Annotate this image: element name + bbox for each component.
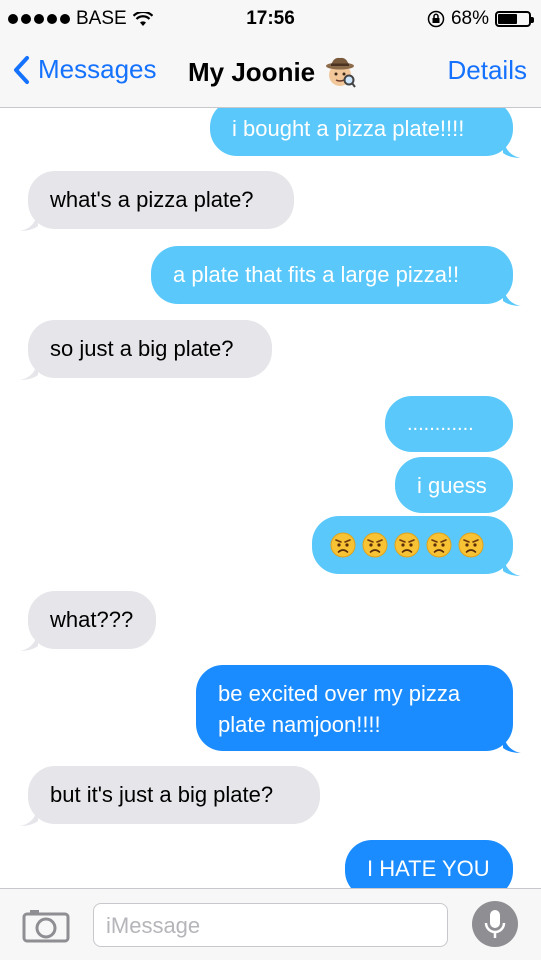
outgoing-message[interactable]: I HATE YOU	[345, 840, 513, 888]
battery-percent: 68%	[450, 8, 489, 29]
bubble-tail	[503, 138, 521, 158]
microphone-button[interactable]	[472, 901, 518, 947]
bubble-tail	[20, 211, 38, 231]
imessage-input[interactable]: iMessage	[93, 903, 448, 947]
battery-icon	[495, 11, 534, 27]
message-text: what's a pizza plate?	[50, 187, 254, 212]
status-bar: BASE 17:56 68%	[0, 0, 541, 40]
message-text: i bought a pizza plate!!!!	[232, 116, 465, 141]
back-button[interactable]: Messages	[12, 54, 157, 85]
contact-name: My Joonie	[188, 56, 316, 87]
message-text: ............	[407, 413, 474, 435]
message-text: what???	[50, 607, 134, 632]
outgoing-emoji-message[interactable]	[312, 516, 521, 576]
navigation-bar: Messages My Joonie Details	[0, 40, 541, 108]
bubble-tail	[503, 286, 521, 306]
message-list[interactable]: i bought a pizza plate!!!! what's a pizz…	[0, 108, 541, 888]
input-bar: iMessage	[0, 888, 541, 960]
message-text: a plate that fits a large pizza!!	[173, 262, 460, 287]
chevron-left-icon	[14, 55, 29, 84]
bubble-tail	[20, 360, 38, 380]
incoming-message[interactable]: what's a pizza plate?	[20, 171, 294, 231]
outgoing-message[interactable]: i guess	[395, 457, 513, 513]
status-right: 68%	[427, 8, 534, 30]
orientation-lock-icon	[427, 10, 445, 28]
detective-emoji	[326, 57, 356, 88]
angry-face-emoji	[458, 532, 484, 557]
incoming-message[interactable]: so just a big plate?	[20, 320, 272, 380]
angry-face-emoji	[362, 532, 388, 557]
microphone-icon	[484, 910, 506, 938]
details-button[interactable]: Details	[448, 55, 527, 86]
incoming-message[interactable]: what???	[20, 591, 156, 651]
incoming-message[interactable]: but it's just a big plate?	[20, 766, 320, 826]
message-text: but it's just a big plate?	[50, 782, 274, 807]
bubble-tail	[20, 631, 38, 651]
message-text: i guess	[417, 473, 487, 498]
message-text: I HATE YOU	[367, 856, 490, 881]
battery-level	[498, 14, 517, 24]
message-text: be excited over my pizza plate namjoon!!…	[218, 681, 461, 737]
message-text: so just a big plate?	[50, 336, 234, 361]
imessage-placeholder: iMessage	[106, 913, 201, 938]
bubble-tail	[503, 556, 521, 576]
camera-icon[interactable]	[22, 907, 70, 943]
conversation-title: My Joonie	[188, 55, 357, 89]
bubble-tail	[20, 806, 38, 826]
emoji-row	[330, 529, 495, 560]
outgoing-message[interactable]: be excited over my pizza plate namjoon!!…	[196, 665, 521, 753]
angry-face-emoji	[426, 532, 452, 557]
outgoing-message[interactable]: ............	[385, 396, 513, 452]
bubble-tail	[503, 733, 521, 753]
outgoing-message[interactable]: i bought a pizza plate!!!!	[210, 108, 521, 158]
outgoing-message[interactable]: a plate that fits a large pizza!!	[151, 246, 521, 306]
angry-face-emoji	[394, 532, 420, 557]
angry-face-emoji	[330, 532, 356, 557]
back-label: Messages	[38, 54, 157, 84]
